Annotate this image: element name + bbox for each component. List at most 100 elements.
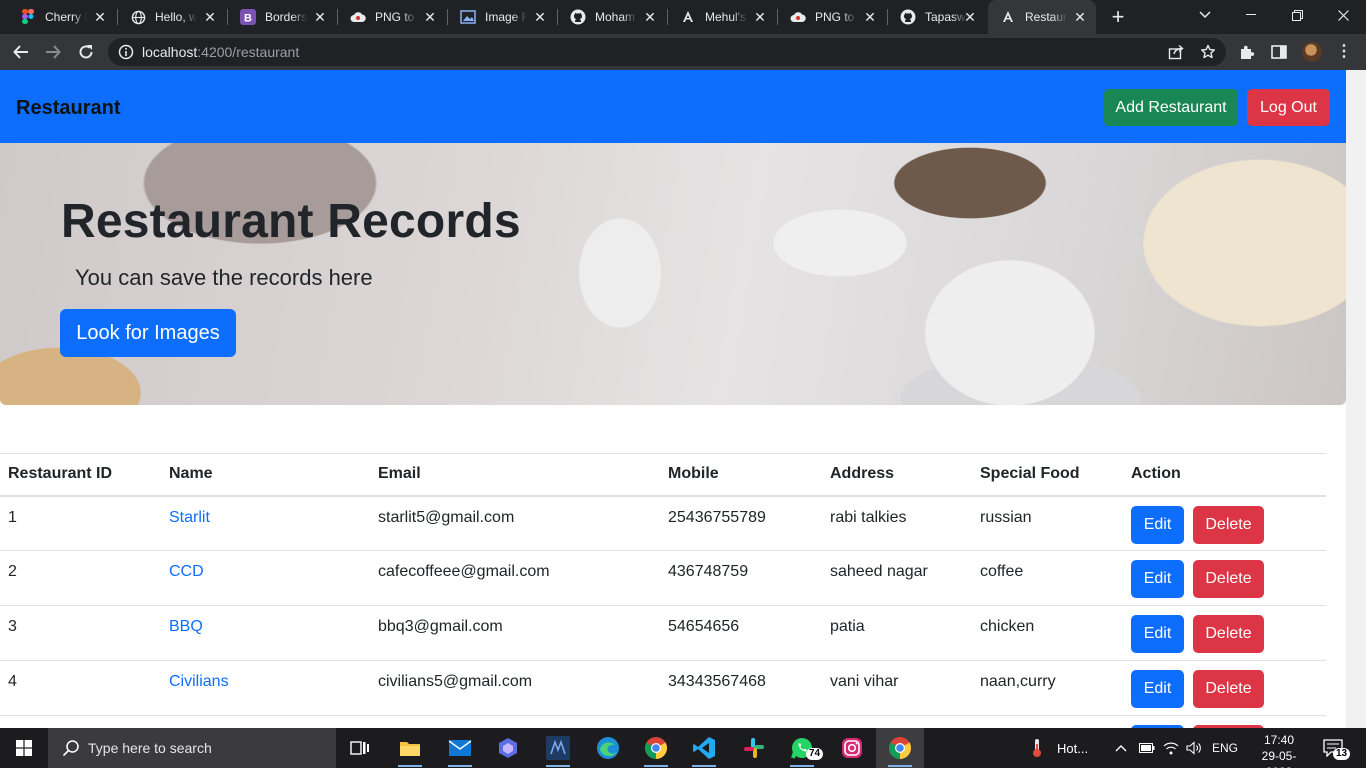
forward-icon[interactable] xyxy=(42,41,64,63)
bookmark-star-icon[interactable] xyxy=(1200,44,1216,60)
wifi-icon[interactable] xyxy=(1163,728,1179,768)
browser-tab-8[interactable]: PNG to ✕ xyxy=(778,0,886,34)
tab-title: Moham xyxy=(595,10,636,24)
chrome-active-icon[interactable] xyxy=(886,734,914,767)
copilot-app-icon[interactable] xyxy=(494,734,522,762)
browser-tab-3[interactable]: B Borders ✕ xyxy=(228,0,336,34)
windows-start-icon[interactable] xyxy=(0,728,48,768)
share-icon[interactable] xyxy=(1168,44,1184,60)
image-icon xyxy=(460,9,476,25)
header-email: Email xyxy=(370,453,660,497)
browser-tab-1[interactable]: Cherry P ✕ xyxy=(8,0,116,34)
navbar-brand[interactable]: Restaurant xyxy=(16,97,120,120)
minimize-icon[interactable] xyxy=(1228,0,1274,30)
restaurant-name-link[interactable]: Civilians xyxy=(169,673,229,690)
tray-chevron-icon[interactable] xyxy=(1115,728,1127,768)
tab-title: Restaura xyxy=(1025,10,1067,24)
file-explorer-icon[interactable] xyxy=(396,734,424,767)
url-text: localhost:4200/restaurant xyxy=(142,44,299,60)
edit-button[interactable]: Edit xyxy=(1131,560,1184,598)
edge-icon[interactable] xyxy=(594,734,622,762)
close-icon[interactable]: ✕ xyxy=(203,10,217,24)
tab-search-icon[interactable] xyxy=(1182,0,1228,30)
close-icon[interactable]: ✕ xyxy=(423,10,437,24)
reload-icon[interactable] xyxy=(75,41,97,63)
cell-special-food: coffee xyxy=(972,550,1123,606)
cell-special-food: chicken xyxy=(972,605,1123,661)
task-view-icon[interactable] xyxy=(346,734,374,762)
vscode-icon[interactable] xyxy=(690,734,718,767)
cell-id: 3 xyxy=(0,605,161,661)
side-panel-icon[interactable] xyxy=(1270,43,1288,61)
slack-icon[interactable] xyxy=(740,734,768,762)
page-scrollbar[interactable] xyxy=(1346,70,1366,728)
profile-avatar[interactable] xyxy=(1302,42,1322,62)
edit-button[interactable]: Edit xyxy=(1131,670,1184,708)
extensions-icon[interactable] xyxy=(1238,43,1256,61)
search-placeholder: Type here to search xyxy=(88,740,212,756)
browser-toolbar: localhost:4200/restaurant ⋮ xyxy=(0,34,1366,70)
close-icon[interactable]: ✕ xyxy=(93,10,107,24)
close-icon[interactable]: ✕ xyxy=(963,10,977,24)
header-restaurant-id: Restaurant ID xyxy=(0,453,161,497)
instagram-icon[interactable] xyxy=(838,734,866,762)
angular-icon xyxy=(680,9,696,25)
restore-icon[interactable] xyxy=(1274,0,1320,30)
code-editor-icon[interactable] xyxy=(544,734,572,767)
weather-widget[interactable]: Hot... xyxy=(1030,728,1088,768)
angular-icon xyxy=(1000,9,1016,25)
browser-tab-strip: Cherry P ✕ Hello, w ✕ B Borders ✕ PNG to… xyxy=(0,0,1366,34)
browser-tab-9[interactable]: Tapaswi ✕ xyxy=(888,0,986,34)
close-window-icon[interactable] xyxy=(1320,0,1366,30)
tab-title: Tapaswi xyxy=(925,10,967,24)
logout-button[interactable]: Log Out xyxy=(1247,89,1330,126)
new-tab-icon[interactable]: + xyxy=(1108,6,1128,28)
weather-text: Hot... xyxy=(1057,740,1089,756)
browser-tab-5[interactable]: Image R ✕ xyxy=(448,0,556,34)
restaurant-name-link[interactable]: Starlit xyxy=(169,509,210,526)
cell-mobile: 54654656 xyxy=(660,605,822,661)
close-icon[interactable]: ✕ xyxy=(753,10,767,24)
restaurant-name-link[interactable]: BBQ xyxy=(169,618,203,635)
address-bar[interactable]: localhost:4200/restaurant xyxy=(108,38,1226,66)
close-icon[interactable]: ✕ xyxy=(863,10,877,24)
taskbar-search-box[interactable]: Type here to search xyxy=(48,728,336,768)
close-icon[interactable]: ✕ xyxy=(643,10,657,24)
volume-icon[interactable] xyxy=(1186,728,1202,768)
whatsapp-badge: 74 xyxy=(806,748,824,760)
cell-mobile: 25436755789 xyxy=(660,495,822,551)
browser-tab-6[interactable]: Moham ✕ xyxy=(558,0,666,34)
cell-address: vani vihar xyxy=(822,660,972,716)
delete-button[interactable]: Delete xyxy=(1193,615,1264,653)
edit-button[interactable]: Edit xyxy=(1131,615,1184,653)
clock-time: 17:40 xyxy=(1263,733,1295,747)
web-page: Restaurant Add Restaurant Log Out Restau… xyxy=(0,70,1366,728)
system-clock[interactable]: 17:40 29-05-2023 xyxy=(1250,732,1308,768)
edit-button[interactable]: Edit xyxy=(1131,505,1184,544)
look-for-images-button[interactable]: Look for Images xyxy=(60,309,236,357)
notification-center-icon[interactable]: 13 xyxy=(1323,728,1351,768)
add-restaurant-button[interactable]: Add Restaurant xyxy=(1104,89,1238,126)
browser-tab-active[interactable]: Restaura ✕ xyxy=(988,0,1096,34)
whatsapp-icon[interactable]: 74 xyxy=(788,734,824,767)
delete-button[interactable]: Delete xyxy=(1193,670,1264,708)
close-icon[interactable]: ✕ xyxy=(313,10,327,24)
delete-button[interactable]: Delete xyxy=(1193,560,1264,598)
close-icon[interactable]: ✕ xyxy=(1073,10,1087,24)
back-icon[interactable] xyxy=(10,41,32,63)
close-icon[interactable]: ✕ xyxy=(533,10,547,24)
delete-button[interactable]: Delete xyxy=(1193,505,1264,544)
mail-icon[interactable] xyxy=(446,734,474,767)
cell-email: cafecoffeee@gmail.com xyxy=(370,550,660,606)
restaurant-name-link[interactable]: CCD xyxy=(169,563,204,580)
table-row: 3 BBQ bbq3@gmail.com 54654656 patia chic… xyxy=(0,605,1326,661)
browser-tab-7[interactable]: Mehul's ✕ xyxy=(668,0,776,34)
more-options-icon[interactable]: ⋮ xyxy=(1336,42,1352,62)
cell-id: 2 xyxy=(0,550,161,606)
language-indicator[interactable]: ENG xyxy=(1212,728,1238,768)
battery-icon[interactable] xyxy=(1139,728,1155,768)
browser-tab-2[interactable]: Hello, w ✕ xyxy=(118,0,226,34)
browser-tab-4[interactable]: PNG to ✕ xyxy=(338,0,446,34)
site-info-icon[interactable] xyxy=(118,44,134,65)
chrome-icon[interactable] xyxy=(642,734,670,767)
